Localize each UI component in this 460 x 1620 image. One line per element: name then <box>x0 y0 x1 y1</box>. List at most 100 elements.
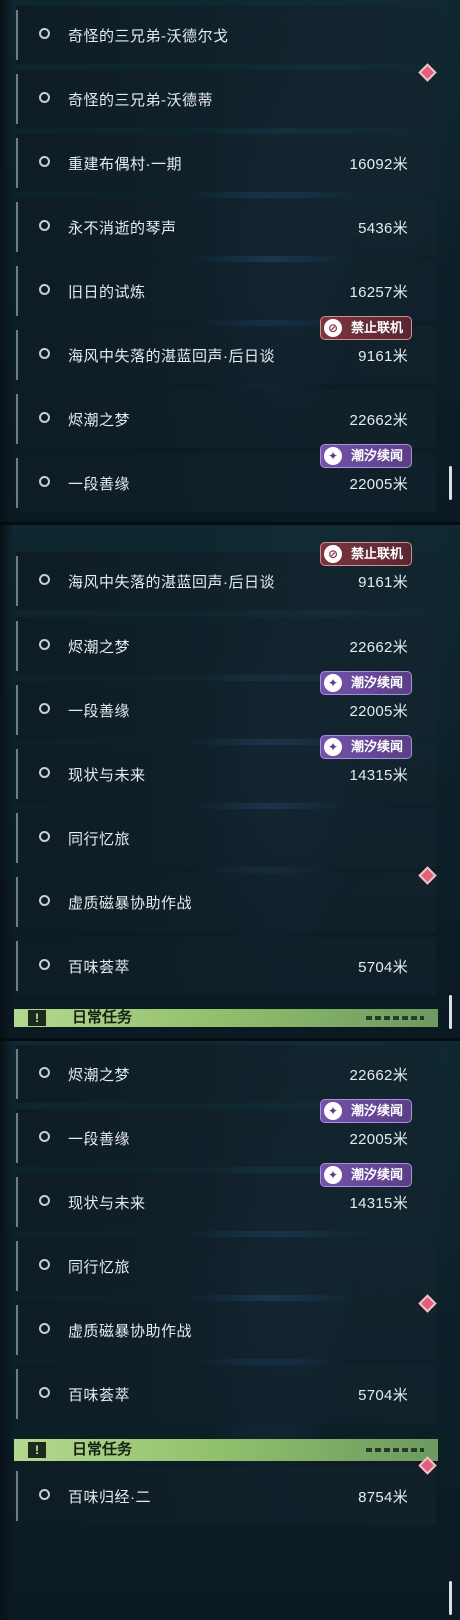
quest-title: 一段善缘 <box>68 1131 131 1148</box>
radio-circle-icon <box>39 156 50 167</box>
quest-row[interactable]: 烬潮之梦 22662米 <box>16 1045 436 1103</box>
badge-label: 潮汐续闻 <box>350 448 403 463</box>
header-decoration <box>366 1448 424 1452</box>
quest-title: 现状与未来 <box>68 1195 146 1212</box>
tidal-lore-badge: ✦ 潮汐续闻 <box>319 735 412 759</box>
tidal-lore-icon: ✦ <box>323 1102 342 1120</box>
badge-label: 禁止联机 <box>350 320 403 335</box>
quest-row[interactable]: 永不消逝的琴声 5436米 <box>16 198 436 256</box>
radio-circle-icon <box>39 831 50 842</box>
badge-label: 潮汐续闻 <box>350 739 403 754</box>
badge-label: 潮汐续闻 <box>350 1167 403 1182</box>
badge-label: 潮汐续闻 <box>350 1103 403 1118</box>
radio-circle-icon <box>39 28 50 39</box>
no-coop-badge: ⊘ 禁止联机 <box>319 542 412 566</box>
scrollbar[interactable] <box>449 1581 452 1615</box>
header-decoration <box>366 1016 424 1020</box>
radio-circle-icon <box>39 92 50 103</box>
quest-list-panel-3: 烬潮之梦 22662米 一段善缘 22005米 ✦ 潮汐续闻 现状与未来 143… <box>0 1041 460 1620</box>
radio-circle-icon <box>39 703 50 714</box>
quest-title: 烬潮之梦 <box>68 639 131 656</box>
quest-distance: 16257米 <box>349 284 408 301</box>
badge-label: 禁止联机 <box>350 546 403 561</box>
quest-row[interactable]: 烬潮之梦 22662米 <box>16 617 436 675</box>
tidal-lore-badge: ✦ 潮汐续闻 <box>319 1163 412 1187</box>
quest-distance: 22005米 <box>349 1131 408 1148</box>
section-header-daily[interactable]: ! 日常任务 <box>14 1439 438 1461</box>
quest-title: 烬潮之梦 <box>68 412 131 429</box>
quest-title: 虚质磁暴协助作战 <box>68 895 193 912</box>
quest-distance: 5436米 <box>358 220 408 237</box>
quest-row[interactable]: 现状与未来 14315米 ✦ 潮汐续闻 <box>16 1163 436 1231</box>
section-header-label: 日常任务 <box>72 1441 133 1458</box>
radio-circle-icon <box>39 476 50 487</box>
scrollbar[interactable] <box>449 466 452 500</box>
pin-diamond-icon <box>418 866 437 885</box>
quest-row[interactable]: 百味荟萃 5704米 <box>16 1365 436 1423</box>
quest-row[interactable]: 现状与未来 14315米 ✦ 潮汐续闻 <box>16 735 436 803</box>
tidal-lore-icon: ✦ <box>323 1166 342 1184</box>
radio-circle-icon <box>39 1195 50 1206</box>
quest-title: 同行忆旅 <box>68 1259 131 1276</box>
quest-distance: 16092米 <box>349 156 408 173</box>
no-coop-badge: ⊘ 禁止联机 <box>319 316 412 340</box>
quest-distance: 8754米 <box>358 1489 408 1506</box>
quest-distance: 9161米 <box>358 348 408 365</box>
quest-title: 百味荟萃 <box>68 959 131 976</box>
quest-row[interactable]: 烬潮之梦 22662米 <box>16 390 436 448</box>
radio-circle-icon <box>39 1323 50 1334</box>
quest-distance: 22005米 <box>349 476 408 493</box>
radio-circle-icon <box>39 284 50 295</box>
section-header-label: 日常任务 <box>72 1009 133 1026</box>
quest-distance: 22005米 <box>349 703 408 720</box>
quest-distance: 9161米 <box>358 574 408 591</box>
radio-circle-icon <box>39 1131 50 1142</box>
pin-diamond-icon <box>418 1294 437 1313</box>
radio-circle-icon <box>39 767 50 778</box>
quest-title: 奇怪的三兄弟-沃德尔戈 <box>68 28 229 45</box>
quest-row[interactable]: 虚质磁暴协助作战 <box>16 1294 437 1359</box>
quest-distance: 5704米 <box>358 959 408 976</box>
quest-distance: 22662米 <box>349 1067 408 1084</box>
quest-title: 海风中失落的湛蓝回声·后日谈 <box>68 574 275 591</box>
radio-circle-icon <box>39 574 50 585</box>
quest-row[interactable]: 一段善缘 22005米 ✦ 潮汐续闻 <box>16 1099 436 1167</box>
quest-title: 虚质磁暴协助作战 <box>68 1323 193 1340</box>
quest-row[interactable]: 旧日的试炼 16257米 <box>16 262 436 320</box>
tidal-lore-icon: ✦ <box>323 447 342 465</box>
section-header-daily[interactable]: ! 日常任务 <box>14 1009 438 1027</box>
radio-circle-icon <box>39 1067 50 1078</box>
quest-row[interactable]: 同行忆旅 <box>16 1237 436 1295</box>
exclamation-icon: ! <box>28 1442 46 1458</box>
quest-title: 一段善缘 <box>68 703 131 720</box>
quest-distance: 14315米 <box>349 767 408 784</box>
quest-row[interactable]: 百味荟萃 5704米 <box>16 937 436 995</box>
tidal-lore-icon: ✦ <box>323 674 342 692</box>
quest-row[interactable]: 虚质磁暴协助作战 <box>16 866 437 931</box>
quest-row[interactable]: 重建布偶村·一期 16092米 <box>16 134 436 192</box>
tidal-lore-badge: ✦ 潮汐续闻 <box>319 444 412 468</box>
tidal-lore-icon: ✦ <box>323 738 342 756</box>
quest-row[interactable]: 百味归经·二 8754米 <box>16 1456 437 1525</box>
radio-circle-icon <box>39 1489 50 1500</box>
quest-row[interactable]: 一段善缘 22005米 ✦ 潮汐续闻 <box>16 671 436 739</box>
quest-title: 一段善缘 <box>68 476 131 493</box>
quest-title: 重建布偶村·一期 <box>68 156 182 173</box>
quest-distance: 5704米 <box>358 1387 408 1404</box>
radio-circle-icon <box>39 1387 50 1398</box>
quest-title: 海风中失落的湛蓝回声·后日谈 <box>68 348 275 365</box>
quest-row[interactable]: 一段善缘 22005米 ✦ 潮汐续闻 <box>16 444 436 512</box>
quest-title: 奇怪的三兄弟-沃德蒂 <box>68 92 213 109</box>
quest-row[interactable]: 海风中失落的湛蓝回声·后日谈 9161米 ⊘ 禁止联机 <box>16 542 436 610</box>
quest-row[interactable]: 奇怪的三兄弟-沃德尔戈 <box>16 6 436 64</box>
quest-row[interactable]: 奇怪的三兄弟-沃德蒂 <box>16 63 437 128</box>
radio-circle-icon <box>39 1259 50 1270</box>
quest-row[interactable]: 海风中失落的湛蓝回声·后日谈 9161米 ⊘ 禁止联机 <box>16 316 436 384</box>
badge-label: 潮汐续闻 <box>350 675 403 690</box>
quest-row[interactable]: 同行忆旅 <box>16 809 436 867</box>
scrollbar[interactable] <box>449 995 452 1029</box>
no-coop-icon: ⊘ <box>323 545 342 563</box>
quest-title: 百味荟萃 <box>68 1387 131 1404</box>
quest-distance: 14315米 <box>349 1195 408 1212</box>
tidal-lore-badge: ✦ 潮汐续闻 <box>319 671 412 695</box>
